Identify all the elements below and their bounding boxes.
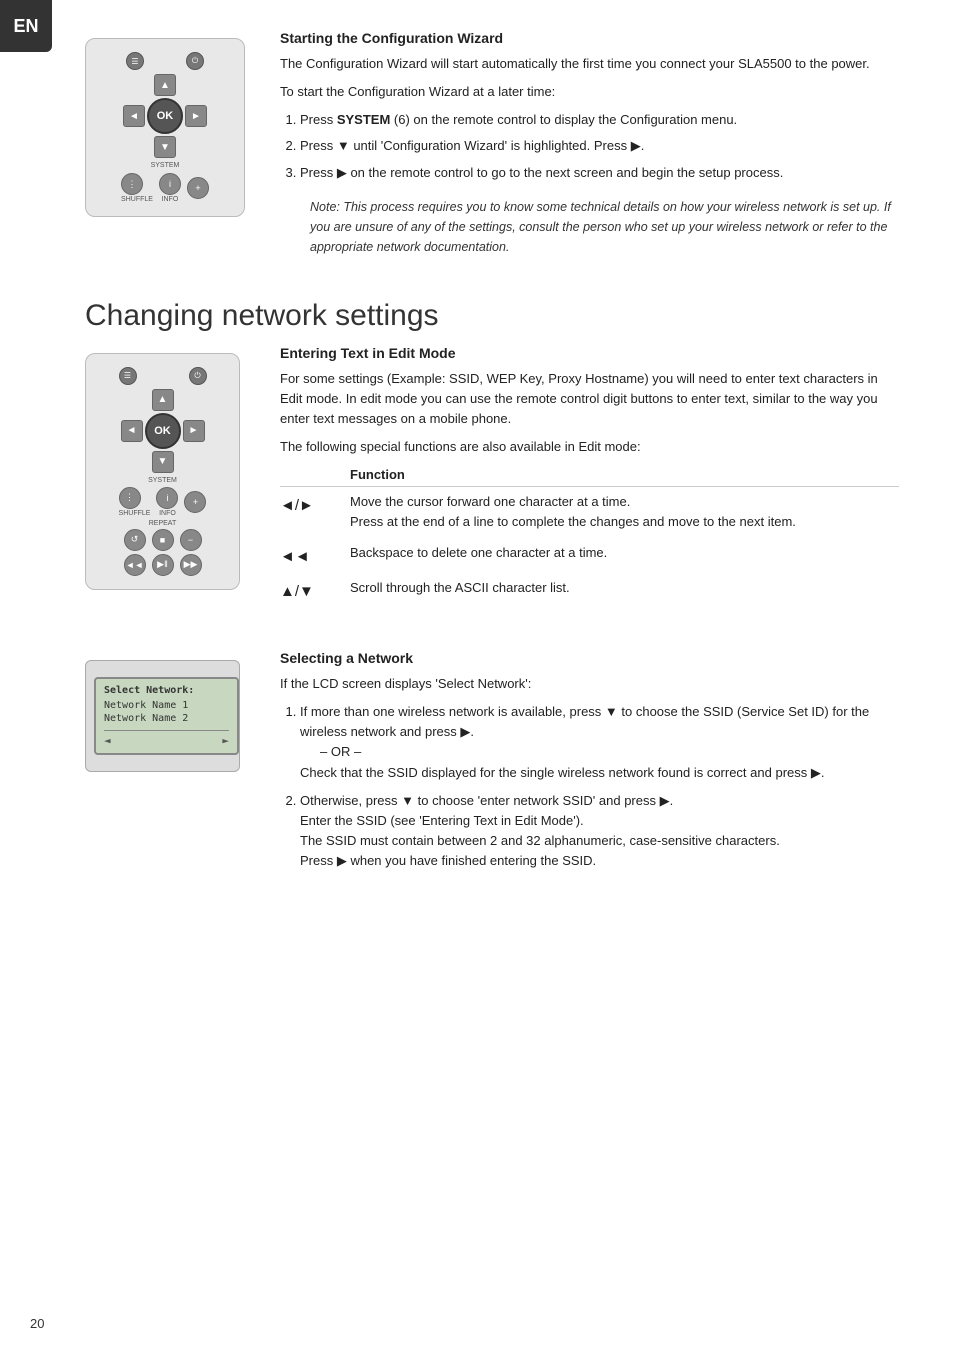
note-box: Note: This process requires you to know … xyxy=(310,197,899,257)
func-icon-3: ▲/▼ xyxy=(280,573,350,608)
stop-btn: ■ xyxy=(152,529,174,551)
function-table: Function ◄/► Move the cursor forward one… xyxy=(280,467,899,608)
func-row-1: ◄/► Move the cursor forward one characte… xyxy=(280,487,899,538)
dpad-down: ▼ xyxy=(154,136,176,158)
lcd-image: Select Network: Network Name 1 Network N… xyxy=(85,650,260,772)
func-row-2: ◄◄ Backspace to delete one character at … xyxy=(280,538,899,573)
lcd-item-1: Network Name 1 xyxy=(104,699,229,712)
section-config-wizard: ☰ ⏻ ▲ ◄ OK ► ▼ SYSTEM xyxy=(85,30,899,271)
ok-button: OK xyxy=(147,98,183,134)
shuffle-btn: ⋮ xyxy=(121,173,143,195)
func-desc-3: Scroll through the ASCII character list. xyxy=(350,573,899,608)
lcd-title: Select Network: xyxy=(104,685,229,696)
playpause-btn: ▶‖ xyxy=(152,554,174,576)
section-select-network: Select Network: Network Name 1 Network N… xyxy=(85,650,899,881)
info-btn: i xyxy=(159,173,181,195)
dpad-right-2: ► xyxy=(183,420,205,442)
func-desc-1: Move the cursor forward one character at… xyxy=(350,487,899,538)
lcd-nav: ◄ ► xyxy=(104,730,229,747)
config-wizard-heading: Starting the Configuration Wizard xyxy=(280,30,899,46)
prev-btn: ◄◄ xyxy=(124,554,146,576)
select-step-1: If more than one wireless network is ava… xyxy=(300,702,899,783)
menu-icon: ☰ xyxy=(126,52,144,70)
section-edit-mode: ☰ ⏻ ▲ ◄ OK ► ▼ SYSTEM ⋮ xyxy=(85,345,899,622)
note-text: Note: This process requires you to know … xyxy=(310,200,891,254)
next-btn: ▶▶ xyxy=(180,554,202,576)
edit-mode-heading: Entering Text in Edit Mode xyxy=(280,345,899,361)
page-number: 20 xyxy=(30,1316,44,1331)
ok-button-2: OK xyxy=(145,413,181,449)
select-network-heading: Selecting a Network xyxy=(280,650,899,666)
dpad-left-2: ◄ xyxy=(121,420,143,442)
col-func-header: Function xyxy=(350,467,899,487)
select-network-intro: If the LCD screen displays 'Select Netwo… xyxy=(280,674,899,694)
dpad-down-2: ▼ xyxy=(152,451,174,473)
lcd-nav-left: ◄ xyxy=(104,734,111,747)
power-icon: ⏻ xyxy=(186,52,204,70)
step-3: Press ▶ on the remote control to go to t… xyxy=(300,163,899,183)
step-1: Press SYSTEM (6) on the remote control t… xyxy=(300,110,899,130)
remote-image-1: ☰ ⏻ ▲ ◄ OK ► ▼ SYSTEM xyxy=(85,30,260,217)
dpad-up-2: ▲ xyxy=(152,389,174,411)
edit-mode-para1: For some settings (Example: SSID, WEP Ke… xyxy=(280,369,899,429)
changing-network-heading: Changing network settings xyxy=(85,299,899,333)
func-row-3: ▲/▼ Scroll through the ASCII character l… xyxy=(280,573,899,608)
remote-image-2: ☰ ⏻ ▲ ◄ OK ► ▼ SYSTEM ⋮ xyxy=(85,345,260,590)
info-btn-2: i xyxy=(156,487,178,509)
plus-btn: + xyxy=(187,177,209,199)
minus-btn: − xyxy=(180,529,202,551)
step-2: Press ▼ until 'Configuration Wizard' is … xyxy=(300,136,899,156)
config-wizard-intro: The Configuration Wizard will start auto… xyxy=(280,54,899,74)
func-icon-1: ◄/► xyxy=(280,487,350,538)
shuffle-btn-2: ⋮ xyxy=(119,487,141,509)
repeat-btn: ↺ xyxy=(124,529,146,551)
dpad-up: ▲ xyxy=(154,74,176,96)
lcd-nav-right: ► xyxy=(222,734,229,747)
power-icon-2: ⏻ xyxy=(189,367,207,385)
config-wizard-sub-intro: To start the Configuration Wizard at a l… xyxy=(280,82,899,102)
dpad-right: ► xyxy=(185,105,207,127)
select-network-steps: If more than one wireless network is ava… xyxy=(300,702,899,871)
func-desc-2: Backspace to delete one character at a t… xyxy=(350,538,899,573)
col-icon-header xyxy=(280,467,350,487)
en-badge: EN xyxy=(0,0,52,52)
select-step-2: Otherwise, press ▼ to choose 'enter netw… xyxy=(300,791,899,872)
func-icon-2: ◄◄ xyxy=(280,538,350,573)
lcd-item-2: Network Name 2 xyxy=(104,712,229,725)
plus-btn-2: + xyxy=(184,491,206,513)
en-label: EN xyxy=(13,16,38,37)
lcd-screen: Select Network: Network Name 1 Network N… xyxy=(94,677,239,755)
edit-mode-para2: The following special functions are also… xyxy=(280,437,899,457)
dpad-left: ◄ xyxy=(123,105,145,127)
config-wizard-steps: Press SYSTEM (6) on the remote control t… xyxy=(300,110,899,182)
menu-icon-2: ☰ xyxy=(119,367,137,385)
